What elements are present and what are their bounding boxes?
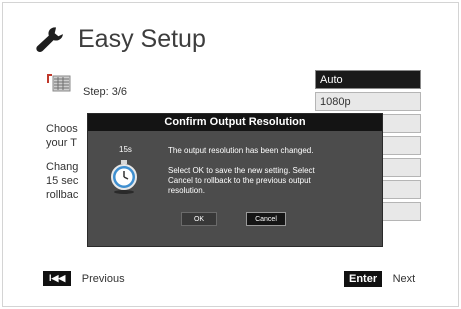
description-line: Chang: [46, 161, 79, 173]
previous-key-icon: I◀◀: [43, 271, 72, 287]
ok-button[interactable]: OK: [181, 212, 217, 226]
stopwatch-icon: [111, 160, 137, 194]
dialog-message: The output resolution has been changed.: [168, 146, 314, 155]
description-line: 15 sec: [46, 175, 79, 187]
next-nav[interactable]: Enter Next: [344, 270, 416, 287]
enter-key-icon: Enter: [344, 270, 383, 287]
dialog-message: resolution.: [168, 186, 205, 195]
wrench-icon: [36, 27, 63, 52]
dialog-message: Select OK to save the new setting. Selec…: [168, 166, 315, 175]
step-label: Step: 3/6: [83, 86, 128, 98]
previous-nav[interactable]: I◀◀ Previous: [43, 270, 125, 287]
confirm-resolution-dialog: Confirm Output Resolution 15s The output…: [87, 113, 383, 247]
dialog-message: Cancel to rollback to the previous outpu…: [168, 176, 311, 185]
next-label: Next: [392, 272, 416, 285]
option-1080p[interactable]: 1080p: [315, 92, 421, 111]
setup-step-icon: [47, 74, 71, 92]
countdown-timer: 15s: [119, 145, 132, 154]
easy-setup-screen: Easy Setup Step: 3/6 Choos your T Chang …: [2, 2, 459, 307]
page-title: Easy Setup: [78, 25, 206, 53]
dialog-title: Confirm Output Resolution: [88, 114, 382, 131]
description-line: Choos: [46, 123, 78, 135]
cancel-button[interactable]: Cancel: [246, 212, 286, 226]
description-line: rollbac: [46, 189, 79, 201]
description-line: your T: [46, 137, 77, 149]
previous-label: Previous: [81, 272, 125, 285]
option-auto[interactable]: Auto: [315, 70, 421, 89]
